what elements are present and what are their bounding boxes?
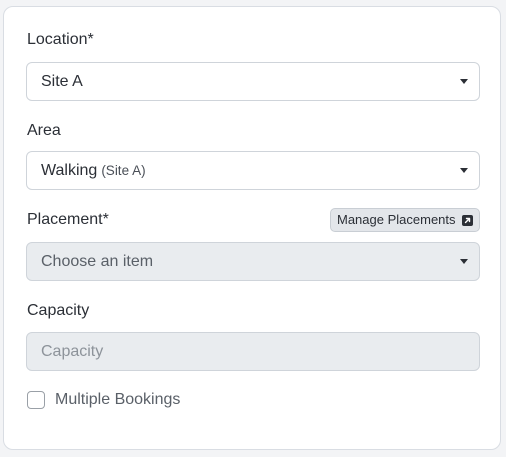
external-link-icon xyxy=(462,215,473,226)
location-select[interactable]: Site A xyxy=(26,62,480,101)
area-select-site: (Site A) xyxy=(101,163,146,178)
placement-select[interactable]: Choose an item xyxy=(26,242,480,281)
location-label: Location* xyxy=(27,31,94,48)
area-select-value-wrap: Walking (Site A) xyxy=(41,161,146,181)
area-select[interactable]: Walking (Site A) xyxy=(26,151,480,190)
multiple-bookings-checkbox[interactable] xyxy=(27,391,45,409)
capacity-label: Capacity xyxy=(27,302,90,319)
multiple-bookings-label[interactable]: Multiple Bookings xyxy=(55,390,180,410)
placement-select-value: Choose an item xyxy=(41,253,154,270)
chevron-down-icon xyxy=(460,259,468,264)
booking-form-card: Location* Site A Area Walking (Site A) Pl… xyxy=(3,6,501,450)
location-select-value: Site A xyxy=(41,73,83,90)
chevron-down-icon xyxy=(460,168,468,173)
capacity-input[interactable] xyxy=(26,332,480,371)
manage-placements-button[interactable]: Manage Placements xyxy=(330,208,480,232)
manage-placements-label: Manage Placements xyxy=(337,212,456,227)
placement-label: Placement* xyxy=(27,211,109,228)
area-select-value: Walking xyxy=(41,162,98,179)
area-label: Area xyxy=(27,122,61,139)
chevron-down-icon xyxy=(460,79,468,84)
